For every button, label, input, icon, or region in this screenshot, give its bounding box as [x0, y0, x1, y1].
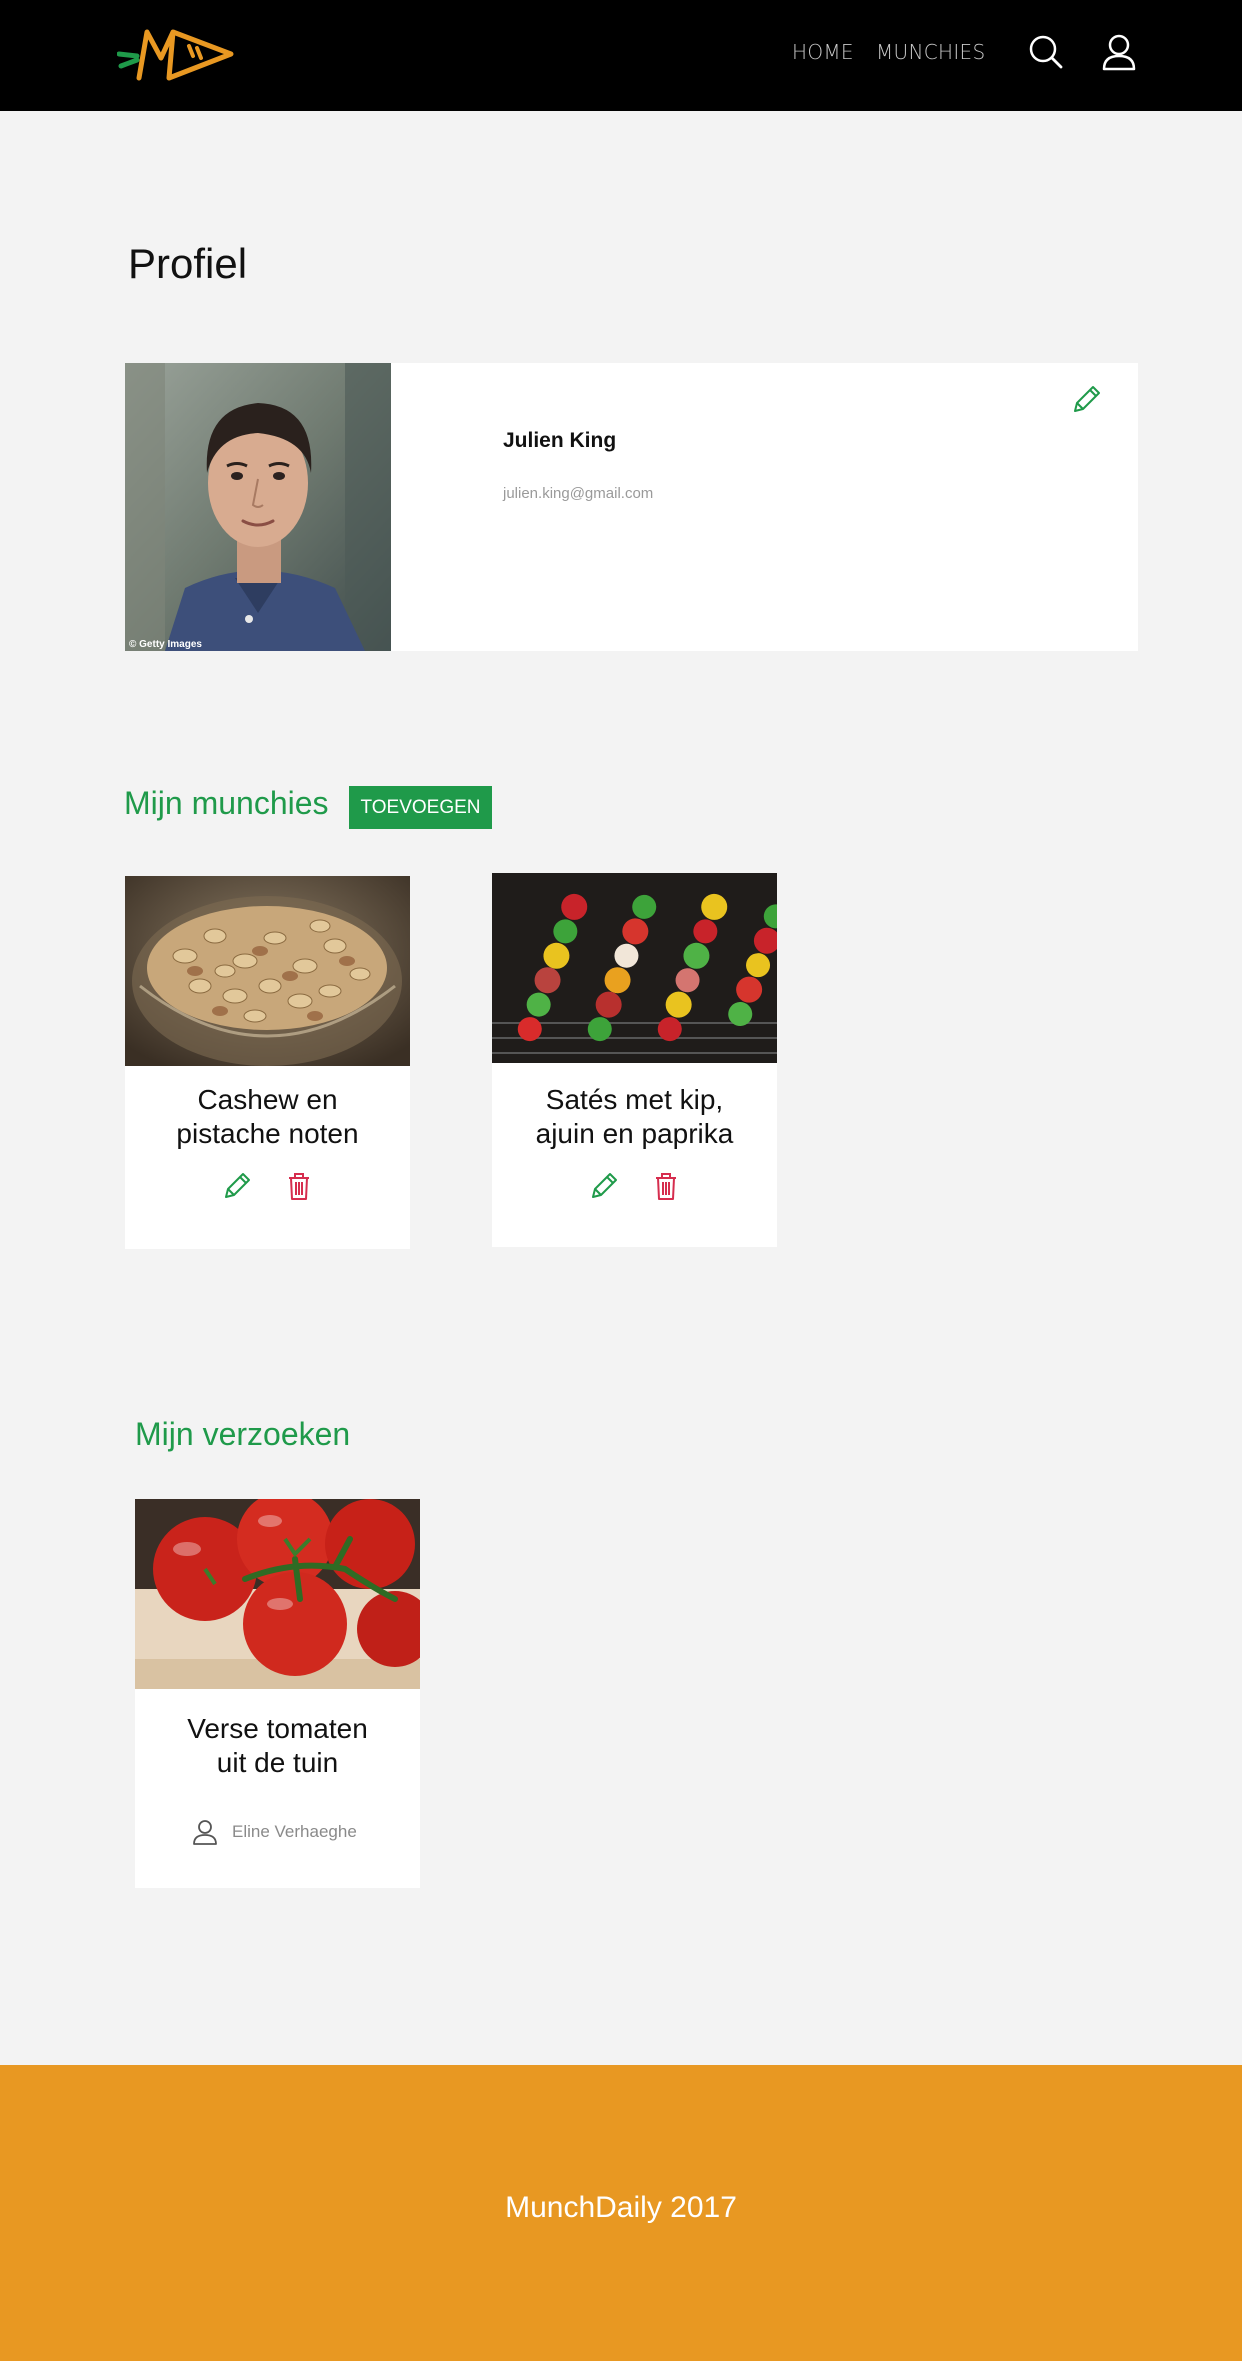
profile-photo: © Getty Images [125, 363, 391, 651]
add-munchie-button[interactable]: TOEVOEGEN [349, 786, 492, 829]
requester-name[interactable]: Eline Verhaeghe [232, 1822, 357, 1842]
top-navbar: HOME MUNCHIES [0, 0, 1242, 111]
munchie-title-line2: pistache noten [176, 1118, 359, 1149]
request-title-line2: uit de tuin [216, 1747, 339, 1778]
request-card[interactable]: Verse tomaten uit de tuin Eline Verhaegh… [135, 1499, 420, 1888]
user-icon[interactable] [1099, 32, 1139, 72]
munchie-card[interactable]: Satés met kip, ajuin en paprika [492, 873, 777, 1247]
munchies-section-title: Mijn munchies [124, 785, 329, 821]
profile-email: julien.king@gmail.com [503, 485, 654, 502]
profile-card: © Getty Images Julien King julien.king@g… [125, 363, 1138, 651]
user-icon [193, 1820, 217, 1845]
delete-trash-icon[interactable] [283, 1170, 315, 1202]
tomatoes-image [135, 1499, 420, 1689]
munchie-title: Cashew en pistache noten [125, 1083, 410, 1151]
munchie-card[interactable]: Cashew en pistache noten [125, 876, 410, 1249]
nav-home-link[interactable]: HOME [792, 40, 854, 64]
munchie-title-line1: Satés met kip, [545, 1084, 724, 1115]
search-icon[interactable] [1026, 32, 1066, 72]
munchie-title: Satés met kip, ajuin en paprika [492, 1083, 777, 1151]
munchie-title-line2: ajuin en paprika [535, 1118, 734, 1149]
footer-text: MunchDaily 2017 [505, 2191, 737, 2224]
nuts-bowl-image [125, 876, 410, 1066]
footer: MunchDaily 2017 [0, 2065, 1242, 2361]
munchdaily-logo[interactable] [117, 26, 235, 86]
request-title-line1: Verse tomaten [187, 1713, 368, 1744]
skewers-image [492, 873, 777, 1063]
profile-name: Julien King [503, 429, 617, 452]
edit-pencil-icon[interactable] [221, 1170, 253, 1202]
request-title: Verse tomaten uit de tuin [135, 1712, 420, 1780]
edit-profile-pencil-icon[interactable] [1069, 383, 1103, 417]
edit-pencil-icon[interactable] [588, 1170, 620, 1202]
munchie-title-line1: Cashew en [197, 1084, 338, 1115]
nav-munchies-link[interactable]: MUNCHIES [876, 40, 986, 64]
delete-trash-icon[interactable] [650, 1170, 682, 1202]
page-title: Profiel [128, 240, 248, 287]
requests-section-title: Mijn verzoeken [135, 1416, 351, 1452]
photo-credit: © Getty Images [129, 639, 202, 650]
